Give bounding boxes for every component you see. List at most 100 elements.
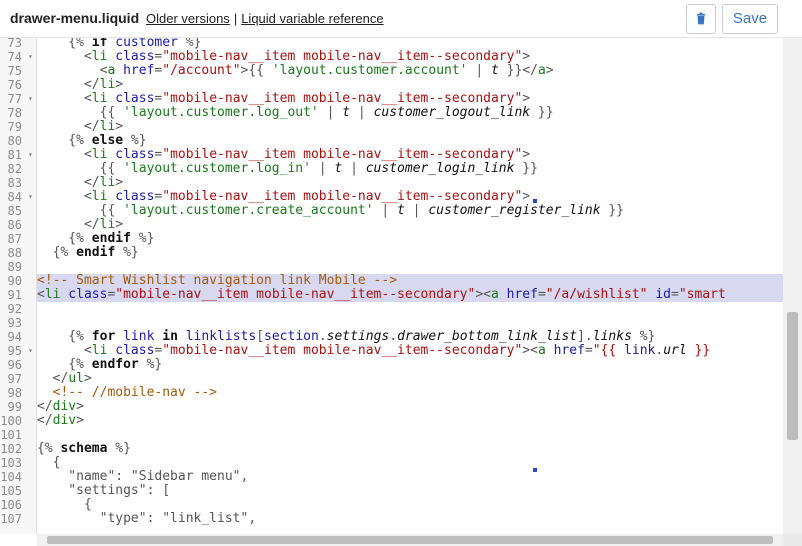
line-number: 83 <box>0 176 36 190</box>
link-separator: | <box>233 11 238 26</box>
code-line[interactable]: <li class="mobile-nav__item mobile-nav__… <box>37 50 783 64</box>
code-token: "mobile-nav__item mobile-nav__item--seco… <box>162 343 523 358</box>
code-token: %} <box>138 357 163 372</box>
code-line[interactable]: <li class="mobile-nav__item mobile-nav__… <box>37 92 783 106</box>
code-line[interactable]: </li> <box>37 218 783 232</box>
code-line[interactable]: <a href="/account">{{ 'layout.customer.a… <box>37 64 783 78</box>
line-number: 105 <box>0 484 36 498</box>
liquid-variable-reference-link[interactable]: Liquid variable reference <box>241 11 383 26</box>
line-number: 106 <box>0 498 36 512</box>
code-line[interactable]: {{ 'layout.customer.create_account' | t … <box>37 204 783 218</box>
code-token: customer_register_link <box>428 203 601 218</box>
code-line[interactable]: </div> <box>37 414 783 428</box>
line-number-text: 74 <box>7 50 22 64</box>
code-token: > <box>83 371 92 386</box>
code-line[interactable]: </li> <box>37 176 783 190</box>
code-line[interactable] <box>37 316 783 330</box>
code-token: li <box>91 189 108 204</box>
line-number: 85 <box>0 204 36 218</box>
delete-button[interactable] <box>686 4 716 34</box>
code-token: < <box>530 343 538 358</box>
horizontal-scroll-thumb[interactable] <box>47 536 773 544</box>
save-button[interactable]: Save <box>722 4 778 34</box>
line-number: 94 <box>0 330 36 344</box>
code-token: . <box>318 329 327 344</box>
code-token: for <box>91 329 116 344</box>
code-line[interactable]: { <box>37 456 783 470</box>
code-line[interactable] <box>37 302 783 316</box>
code-token: class <box>107 49 155 64</box>
code-token: div <box>52 413 77 428</box>
code-token: ]. <box>577 329 593 344</box>
code-token: | <box>342 161 366 176</box>
code-token: . <box>655 343 664 358</box>
code-line[interactable] <box>37 428 783 442</box>
code-line[interactable]: "settings": [ <box>37 484 783 498</box>
code-token: < <box>37 189 92 204</box>
line-number-text: 95 <box>7 344 22 358</box>
line-number: 79 <box>0 120 36 134</box>
fold-arrow-icon[interactable]: ▾ <box>28 148 33 162</box>
code-line[interactable]: "type": "link_list", <box>37 512 783 526</box>
line-number-text: 76 <box>7 78 22 92</box>
code-token: }} <box>530 105 554 120</box>
code-token: </ <box>37 217 100 232</box>
fold-arrow-icon[interactable]: ▾ <box>28 92 33 106</box>
line-number-text: 106 <box>0 498 22 512</box>
code-token: class <box>107 91 155 106</box>
code-token: li <box>99 119 116 134</box>
code-line[interactable]: <!-- //mobile-nav --> <box>37 386 783 400</box>
code-line[interactable]: {% endfor %} <box>37 358 783 372</box>
code-token: | <box>310 161 335 176</box>
code-token: class <box>107 189 155 204</box>
code-line[interactable]: </li> <box>37 78 783 92</box>
code-token: = <box>537 287 546 302</box>
line-number: 107 <box>0 512 36 526</box>
code-token: li <box>91 147 108 162</box>
code-line[interactable]: {% schema %} <box>37 442 783 456</box>
code-token: { <box>37 497 92 512</box>
code-line[interactable]: <li class="mobile-nav__item mobile-nav__… <box>37 344 783 358</box>
code-token: t <box>491 63 499 78</box>
code-token: "mobile-nav__item mobile-nav__item--seco… <box>162 189 523 204</box>
code-line[interactable]: </ul> <box>37 372 783 386</box>
code-line[interactable]: {% endif %} <box>37 232 783 246</box>
code-line[interactable]: </div> <box>37 400 783 414</box>
code-line[interactable]: {% for link in linklists[section.setting… <box>37 330 783 344</box>
vertical-scroll-thumb[interactable] <box>787 312 798 440</box>
line-number: 77 ▾ <box>0 92 36 106</box>
line-number: 102 <box>0 442 36 456</box>
line-number-text: 93 <box>7 316 22 330</box>
code-line[interactable]: {% else %} <box>37 134 783 148</box>
code-token: div <box>52 399 77 414</box>
older-versions-link[interactable]: Older versions <box>146 11 230 26</box>
code-line[interactable]: {{ 'layout.customer.log_out' | t | custo… <box>37 106 783 120</box>
code-editor[interactable]: {% if customer %} <li class="mobile-nav_… <box>37 38 783 534</box>
code-line[interactable]: <li class="mobile-nav__item mobile-nav__… <box>37 148 783 162</box>
code-line[interactable]: "name": "Sidebar menu", <box>37 470 783 484</box>
code-line[interactable]: <li class="mobile-nav__item mobile-nav__… <box>37 190 783 204</box>
fold-arrow-icon[interactable]: ▾ <box>28 190 33 204</box>
code-token: a <box>537 343 546 358</box>
code-token: href <box>115 63 155 78</box>
code-line[interactable]: {{ 'layout.customer.log_in' | t | custom… <box>37 162 783 176</box>
line-number-text: 94 <box>7 330 22 344</box>
vertical-scrollbar[interactable] <box>783 38 802 534</box>
code-line-selected[interactable]: <li class="mobile-nav__item mobile-nav__… <box>37 288 783 302</box>
code-token: class <box>107 147 155 162</box>
code-token: </ <box>37 77 100 92</box>
code-token: li <box>91 49 108 64</box>
fold-arrow-icon[interactable]: ▾ <box>28 50 33 64</box>
code-line-selected[interactable]: <!-- Smart Wishlist navigation link Mobi… <box>37 274 783 288</box>
code-line[interactable]: { <box>37 498 783 512</box>
code-token: {{ <box>37 105 124 120</box>
code-line[interactable]: {% endif %} <box>37 246 783 260</box>
line-number: 91 <box>0 288 36 302</box>
line-number-text: 75 <box>7 64 22 78</box>
code-line[interactable]: </li> <box>37 120 783 134</box>
horizontal-scrollbar[interactable] <box>37 534 783 546</box>
fold-arrow-icon[interactable]: ▾ <box>28 344 33 358</box>
code-token: url <box>663 343 687 358</box>
code-line[interactable] <box>37 260 783 274</box>
code-token: | <box>373 203 398 218</box>
